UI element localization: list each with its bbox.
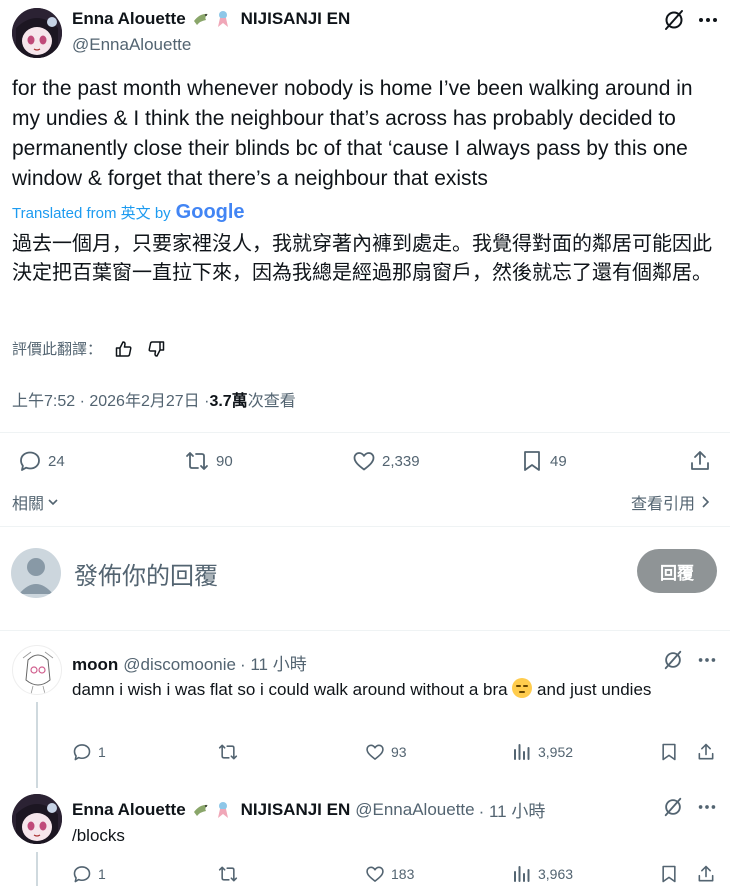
author-handle[interactable]: @EnnaAlouette: [72, 35, 191, 55]
divider: [0, 630, 730, 631]
reply-avatar-enna[interactable]: [12, 794, 62, 844]
reply-text-part: and just undies: [532, 680, 652, 699]
thread-line: [36, 852, 38, 886]
views-button[interactable]: 3,952: [512, 742, 573, 762]
views-label: 次查看: [247, 393, 296, 410]
share-icon: [696, 864, 716, 884]
translated-from-label[interactable]: Translated from 英文 by: [12, 202, 171, 223]
like-icon: [365, 742, 385, 762]
reply-button[interactable]: 24: [18, 449, 65, 473]
bird-emoji-icon: [192, 800, 212, 820]
reply-text: /blocks: [72, 826, 125, 845]
like-button[interactable]: 183: [365, 864, 414, 884]
reply-time[interactable]: · 11 小時: [479, 797, 546, 822]
share-button[interactable]: [688, 449, 712, 473]
reply-avatar-moon[interactable]: [12, 645, 62, 695]
related-label: 相關: [12, 496, 45, 513]
view-quotes-label: 查看引用: [631, 496, 696, 513]
like-button[interactable]: 93: [365, 742, 407, 762]
translation-text: 過去一個月，只要家裡沒人，我就穿著內褲到處走。我覺得對面的鄰居可能因此決定把百葉…: [12, 233, 712, 284]
related-dropdown[interactable]: 相關: [12, 490, 59, 514]
like-icon: [365, 864, 385, 884]
reply-button[interactable]: 1: [72, 742, 106, 762]
reply-count: 1: [98, 866, 106, 882]
author-name[interactable]: Enna Alouette: [72, 9, 186, 29]
author-affiliation: NIJISANJI EN: [240, 9, 351, 28]
views-button[interactable]: 3,963: [512, 864, 573, 884]
reply-author-name[interactable]: moon: [72, 655, 118, 675]
bookmark-button[interactable]: 49: [520, 449, 567, 473]
retweet-icon: [184, 449, 210, 473]
view-quotes-link[interactable]: 查看引用: [631, 490, 711, 514]
bookmark-button[interactable]: [659, 742, 679, 762]
google-logo: Google: [175, 201, 245, 223]
reply-icon: [18, 449, 42, 473]
share-button[interactable]: [696, 864, 716, 884]
reply-author-handle[interactable]: @discomoonie: [123, 655, 236, 675]
bookmark-icon: [520, 449, 544, 473]
rate-translation-label: 評價此翻譯：: [12, 341, 103, 358]
like-button[interactable]: 2,339: [352, 449, 420, 473]
bookmark-icon: [659, 864, 679, 884]
reply-icon: [72, 742, 92, 762]
views-count: 3,952: [538, 744, 574, 760]
views-icon: [512, 864, 532, 884]
views-count: 3.7萬: [209, 393, 248, 410]
more-icon[interactable]: [696, 796, 718, 818]
share-button[interactable]: [696, 742, 716, 762]
more-icon[interactable]: [696, 8, 720, 32]
more-icon[interactable]: [696, 649, 718, 671]
retweet-button[interactable]: [217, 742, 239, 762]
reply-author-handle[interactable]: @EnnaAlouette: [355, 800, 474, 820]
like-count: 93: [391, 744, 407, 760]
bookmark-button[interactable]: [659, 864, 679, 884]
share-icon: [696, 742, 716, 762]
bird-emoji-icon: [192, 9, 212, 29]
reply-author-affiliation: NIJISANJI EN: [240, 799, 351, 819]
ribbon-emoji-icon: [215, 800, 231, 820]
tweet-timestamp[interactable]: 上午7:52 · 2026年2月27日 ·: [12, 387, 209, 411]
reply-text: damn i wish i was flat so i could walk a…: [72, 677, 712, 702]
thumbs-up-icon[interactable]: [114, 339, 134, 359]
reply-button[interactable]: 1: [72, 864, 106, 884]
views-count: 3,963: [538, 866, 574, 882]
views-icon: [512, 742, 532, 762]
divider: [0, 432, 730, 433]
retweet-count: 90: [216, 452, 233, 470]
grok-icon[interactable]: [662, 649, 684, 671]
retweet-icon: [217, 864, 239, 884]
thread-line: [36, 702, 38, 788]
reply-author-name[interactable]: Enna Alouette: [72, 800, 186, 820]
author-avatar[interactable]: [12, 8, 62, 58]
reply-composer-input[interactable]: 發佈你的回覆: [74, 556, 614, 591]
chevron-down-icon: [47, 496, 59, 508]
ribbon-emoji-icon: [215, 9, 231, 29]
pensive-emoji-icon: [512, 678, 533, 698]
bookmark-icon: [659, 742, 679, 762]
tweet-text: for the past month whenever nobody is ho…: [12, 77, 693, 190]
grok-icon[interactable]: [662, 8, 686, 32]
reply-text-part: damn i wish i was flat so i could walk a…: [72, 680, 513, 699]
retweet-icon: [217, 742, 239, 762]
reply-count: 24: [48, 452, 65, 470]
reply-count: 1: [98, 744, 106, 760]
reply-submit-button[interactable]: 回覆: [637, 549, 717, 593]
share-icon: [688, 449, 712, 473]
bookmark-count: 49: [550, 452, 567, 470]
like-icon: [352, 449, 376, 473]
like-count: 183: [391, 866, 415, 882]
retweet-button[interactable]: [217, 864, 239, 884]
my-avatar[interactable]: [11, 548, 61, 598]
like-count: 2,339: [382, 452, 420, 470]
divider: [0, 526, 730, 527]
grok-icon[interactable]: [662, 796, 684, 818]
thumbs-down-icon[interactable]: [146, 339, 166, 359]
reply-time[interactable]: · 11 小時: [240, 650, 307, 675]
chevron-right-icon: [699, 495, 711, 509]
reply-icon: [72, 864, 92, 884]
retweet-button[interactable]: 90: [184, 449, 233, 473]
